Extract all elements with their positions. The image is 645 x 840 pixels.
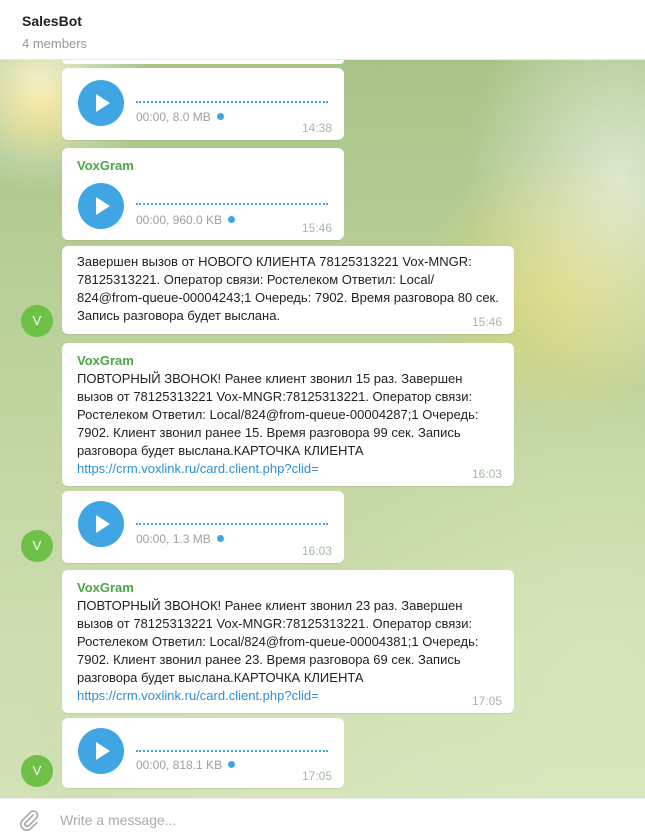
text-message[interactable]: Завершен вызов от НОВОГО КЛИЕНТА 7812531…: [62, 246, 514, 334]
message-time: 14:38: [301, 121, 332, 135]
message-time: 16:03: [301, 544, 332, 558]
audio-duration-size: 00:00, 960.0 KB: [136, 213, 223, 227]
crm-card-link[interactable]: https://crm.voxlink.ru/card.client.php?c…: [77, 461, 319, 476]
text-message[interactable]: VoxGram ПОВТОРНЫЙ ЗВОНОК! Ранее клиент з…: [62, 343, 514, 486]
play-icon: [96, 197, 110, 215]
avatar[interactable]: V: [21, 305, 53, 337]
chat-title[interactable]: SalesBot: [22, 13, 82, 29]
play-icon: [96, 742, 110, 760]
unlistened-dot: [228, 761, 236, 768]
audio-waveform[interactable]: [136, 101, 328, 103]
play-icon: [96, 515, 110, 533]
audio-waveform[interactable]: [136, 523, 328, 525]
audio-meta: 00:00, 960.0 KB: [136, 213, 236, 227]
play-button[interactable]: [78, 80, 124, 126]
crm-card-link[interactable]: https://crm.voxlink.ru/card.client.php?c…: [77, 688, 319, 703]
sender-name[interactable]: VoxGram: [77, 353, 134, 368]
unlistened-dot: [216, 535, 224, 542]
unlistened-dot: [216, 113, 224, 120]
message-time: 15:46: [471, 315, 502, 329]
message-time: 15:46: [301, 221, 332, 235]
play-icon: [96, 94, 110, 112]
unlistened-dot: [228, 216, 236, 223]
voice-message[interactable]: 00:00, 8.0 MB 14:38: [62, 68, 344, 140]
message-body: ПОВТОРНЫЙ ЗВОНОК! Ранее клиент звонил 15…: [77, 371, 479, 458]
voice-message[interactable]: 00:00, 1.3 MB 16:03: [62, 491, 344, 563]
message-composer: [0, 798, 645, 840]
audio-duration-size: 00:00, 8.0 MB: [136, 110, 211, 124]
message-time: 16:03: [471, 467, 502, 481]
paperclip-icon[interactable]: [18, 809, 40, 831]
text-message[interactable]: VoxGram ПОВТОРНЫЙ ЗВОНОК! Ранее клиент з…: [62, 570, 514, 713]
member-count: 4 members: [22, 36, 88, 51]
message-text: ПОВТОРНЫЙ ЗВОНОК! Ранее клиент звонил 15…: [77, 370, 500, 478]
audio-waveform[interactable]: [136, 750, 328, 752]
message-time: 17:05: [301, 769, 332, 783]
avatar[interactable]: V: [21, 755, 53, 787]
message-text: ПОВТОРНЫЙ ЗВОНОК! Ранее клиент звонил 23…: [77, 597, 500, 705]
sender-name[interactable]: VoxGram: [77, 158, 134, 173]
avatar[interactable]: V: [21, 530, 53, 562]
audio-duration-size: 00:00, 1.3 MB: [136, 532, 211, 546]
message-history[interactable]: 00:00, 8.0 MB 14:38 VoxGram 00:00, 960.0…: [0, 60, 645, 798]
voice-message[interactable]: VoxGram 00:00, 960.0 KB 15:46: [62, 148, 344, 240]
message-text: Завершен вызов от НОВОГО КЛИЕНТА 7812531…: [77, 254, 499, 323]
chat-header[interactable]: SalesBot 4 members: [0, 0, 645, 60]
play-button[interactable]: [78, 183, 124, 229]
voice-message[interactable]: 00:00, 818.1 KB 17:05: [62, 718, 344, 788]
message-time: 17:05: [471, 694, 502, 708]
previous-message-edge: [62, 60, 344, 64]
play-button[interactable]: [78, 501, 124, 547]
audio-waveform[interactable]: [136, 203, 328, 205]
audio-duration-size: 00:00, 818.1 KB: [136, 758, 223, 772]
message-body: ПОВТОРНЫЙ ЗВОНОК! Ранее клиент звонил 23…: [77, 598, 479, 685]
sender-name[interactable]: VoxGram: [77, 580, 134, 595]
message-input[interactable]: [60, 807, 620, 833]
play-button[interactable]: [78, 728, 124, 774]
audio-meta: 00:00, 818.1 KB: [136, 758, 236, 772]
audio-meta: 00:00, 8.0 MB: [136, 110, 224, 124]
audio-meta: 00:00, 1.3 MB: [136, 532, 224, 546]
